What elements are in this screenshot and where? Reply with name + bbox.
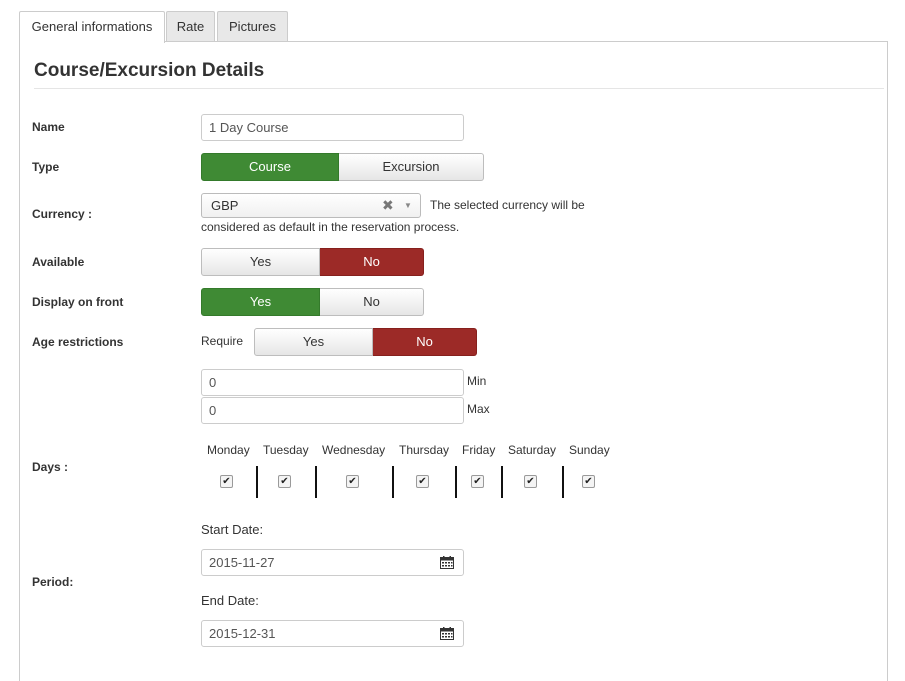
- age-max-input[interactable]: [201, 397, 464, 424]
- close-icon[interactable]: ✖: [382, 194, 394, 217]
- available-label: Available: [32, 255, 85, 269]
- day-checkbox-monday[interactable]: ✔: [220, 475, 233, 488]
- day-divider: [455, 466, 457, 498]
- min-label: Min: [467, 374, 487, 388]
- display-on-front-yes-button[interactable]: Yes: [201, 288, 320, 316]
- day-name-monday: Monday: [207, 443, 250, 457]
- start-date-input[interactable]: 2015-11-27: [201, 549, 464, 576]
- end-date-label: End Date:: [201, 593, 259, 608]
- day-name-wednesday: Wednesday: [322, 443, 386, 457]
- day-checkbox-saturday[interactable]: ✔: [524, 475, 537, 488]
- day-name-thursday: Thursday: [399, 443, 450, 457]
- currency-help-line-2: considered as default in the reservation…: [201, 220, 460, 234]
- day-divider: [562, 466, 564, 498]
- period-label: Period:: [32, 575, 74, 589]
- day-name-tuesday: Tuesday: [263, 443, 309, 457]
- display-on-front-toggle: Yes No: [201, 288, 424, 316]
- available-yes-button[interactable]: Yes: [201, 248, 320, 276]
- tab-general-informations[interactable]: General informations: [19, 11, 165, 43]
- type-label: Type: [32, 160, 60, 174]
- start-date-label: Start Date:: [201, 522, 264, 537]
- calendar-icon[interactable]: [440, 627, 454, 640]
- name-input[interactable]: [201, 114, 464, 141]
- age-min-input[interactable]: [201, 369, 464, 396]
- age-require-no-button[interactable]: No: [373, 328, 477, 356]
- currency-select[interactable]: GBP ✖ ▼: [201, 193, 421, 218]
- available-no-button[interactable]: No: [320, 248, 424, 276]
- days-label: Days :: [32, 460, 69, 474]
- age-restrictions-label: Age restrictions: [32, 335, 124, 349]
- day-divider: [256, 466, 258, 498]
- tab-pictures[interactable]: Pictures: [217, 11, 288, 42]
- day-name-saturday: Saturday: [508, 443, 557, 457]
- title-divider: [34, 88, 884, 89]
- day-checkbox-thursday[interactable]: ✔: [416, 475, 429, 488]
- day-divider: [392, 466, 394, 498]
- max-label: Max: [467, 402, 490, 416]
- currency-label: Currency :: [32, 207, 93, 221]
- chevron-down-icon[interactable]: ▼: [404, 194, 412, 217]
- currency-help-line-1: The selected currency will be: [430, 198, 585, 212]
- type-toggle: Course Excursion: [201, 153, 484, 181]
- page-title: Course/Excursion Details: [34, 60, 265, 81]
- display-on-front-label: Display on front: [32, 295, 124, 309]
- day-checkbox-sunday[interactable]: ✔: [582, 475, 595, 488]
- end-date-input[interactable]: 2015-12-31: [201, 620, 464, 647]
- tab-rate[interactable]: Rate: [166, 11, 215, 42]
- age-require-toggle: Yes No: [254, 328, 477, 356]
- end-date-value: 2015-12-31: [209, 626, 276, 641]
- require-label: Require: [201, 334, 244, 348]
- calendar-icon[interactable]: [440, 556, 454, 569]
- start-date-value: 2015-11-27: [209, 555, 275, 570]
- day-name-friday: Friday: [462, 443, 496, 457]
- display-on-front-no-button[interactable]: No: [320, 288, 424, 316]
- type-course-button[interactable]: Course: [201, 153, 339, 181]
- day-checkbox-wednesday[interactable]: ✔: [346, 475, 359, 488]
- day-checkbox-tuesday[interactable]: ✔: [278, 475, 291, 488]
- day-name-sunday: Sunday: [569, 443, 610, 457]
- day-checkbox-friday[interactable]: ✔: [471, 475, 484, 488]
- name-label: Name: [32, 120, 65, 134]
- currency-value: GBP: [211, 198, 239, 213]
- day-divider: [315, 466, 317, 498]
- day-divider: [501, 466, 503, 498]
- type-excursion-button[interactable]: Excursion: [339, 153, 484, 181]
- available-toggle: Yes No: [201, 248, 424, 276]
- age-require-yes-button[interactable]: Yes: [254, 328, 373, 356]
